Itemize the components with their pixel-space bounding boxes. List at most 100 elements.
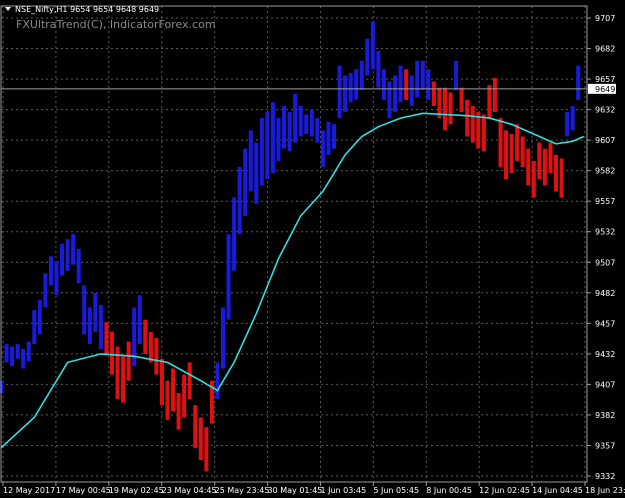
up-bar: [320, 130, 325, 168]
down-bar: [459, 87, 464, 113]
down-bar: [443, 87, 447, 131]
down-bar: [509, 134, 514, 174]
y-tick-label: 9332: [595, 472, 615, 481]
down-bar: [554, 154, 558, 192]
chevron-down-icon[interactable]: [5, 7, 11, 11]
down-bar: [176, 392, 181, 430]
y-tick-label: 9607: [595, 136, 615, 145]
down-bar: [121, 356, 126, 403]
up-bar: [232, 197, 237, 271]
up-bar: [254, 142, 259, 204]
x-tick-label: 30 May 01:45: [268, 486, 323, 495]
y-tick-label: 9507: [595, 258, 615, 267]
up-bar: [565, 112, 570, 137]
x-tick-label: 12 Jun 02:45: [479, 486, 530, 495]
down-bar: [159, 358, 164, 406]
up-bar: [43, 273, 48, 308]
down-bar: [498, 118, 503, 168]
down-bar: [470, 105, 475, 143]
trend-line: [0, 112, 585, 449]
x-tick-label: 5 Jun 05:45: [373, 486, 419, 495]
up-bar: [326, 121, 331, 155]
grid-lines: [1, 6, 587, 482]
y-tick-label: 9532: [595, 228, 615, 237]
up-bar: [137, 295, 142, 345]
price-tag-label: 9649: [595, 85, 615, 94]
up-bar: [370, 21, 375, 70]
price-chart: 9707 9682 9657 9632 9607 9582 9557 9532 9507 9482…: [0, 5, 625, 495]
y-tick-label: 9682: [595, 45, 615, 54]
down-bar: [431, 81, 436, 106]
down-bar: [559, 158, 564, 198]
up-bar: [276, 118, 281, 161]
y-tick-label: 9707: [595, 14, 615, 23]
up-bar: [32, 309, 37, 345]
down-bar: [504, 130, 509, 180]
up-bar: [226, 234, 231, 320]
down-bar: [165, 380, 170, 420]
up-bar: [26, 341, 31, 362]
down-bar: [481, 114, 486, 152]
up-bar: [10, 346, 15, 367]
up-bar: [215, 362, 220, 400]
up-bar: [393, 75, 398, 113]
down-bar: [154, 337, 159, 375]
up-bar: [243, 148, 248, 216]
y-tick-label: 9357: [595, 441, 615, 450]
up-bar: [265, 112, 270, 180]
up-bar: [15, 344, 20, 359]
up-bar: [48, 256, 53, 286]
down-bar: [526, 148, 531, 186]
up-bar: [570, 105, 575, 131]
up-bar: [60, 243, 65, 276]
up-bar: [387, 81, 392, 119]
x-tick-label: 17 May 00:45: [56, 486, 111, 495]
down-bar: [465, 99, 470, 137]
up-bar: [237, 167, 242, 235]
up-bar: [21, 348, 26, 369]
up-bar: [337, 65, 342, 119]
up-bar: [87, 307, 92, 345]
up-bar: [65, 239, 70, 271]
chart-header: NSE_Nifty,H1 9654 9654 9648 9649 FXUltra…: [5, 5, 216, 31]
up-bar: [415, 60, 420, 98]
y-tick-label: 9632: [595, 106, 615, 115]
down-bar: [548, 142, 553, 174]
watermark-text: FXUltraTrend(C), IndicatorForex.com: [16, 18, 216, 31]
up-bar: [304, 114, 309, 135]
y-tick-label: 9657: [595, 75, 615, 84]
x-tick-label: 18 Jun 23:45: [585, 486, 625, 495]
down-bar: [520, 136, 525, 168]
up-bar: [359, 60, 364, 91]
up-bar: [293, 93, 298, 143]
down-bar: [110, 331, 114, 375]
up-bar: [398, 65, 403, 103]
up-bar: [82, 285, 87, 335]
down-bar: [531, 160, 536, 198]
up-bar: [221, 307, 225, 369]
y-tick-label: 9432: [595, 350, 615, 359]
up-bar: [381, 69, 386, 100]
down-bar: [198, 417, 203, 461]
down-bar: [492, 77, 497, 113]
chart-frame: [0, 5, 588, 483]
down-bar: [448, 92, 453, 125]
down-bar: [515, 124, 520, 161]
up-bar: [343, 75, 348, 113]
up-bar: [287, 112, 292, 152]
up-bar: [315, 118, 320, 143]
x-tick-label: 25 May 23:45: [215, 486, 270, 495]
up-bar: [420, 60, 425, 91]
down-bar: [193, 405, 198, 448]
x-tick-label: 19 May 02:45: [109, 486, 164, 495]
up-bar: [71, 234, 76, 265]
up-bar: [332, 124, 336, 149]
up-bar: [454, 60, 459, 91]
down-bar: [143, 319, 148, 354]
down-bar: [171, 368, 176, 412]
up-bar: [259, 118, 264, 186]
up-bar: [376, 50, 381, 88]
up-bar: [98, 305, 103, 349]
x-axis-ticks: 12 May 2017 17 May 00:4519 May 02:4523 Ma…: [2, 482, 625, 495]
y-tick-label: 9407: [595, 380, 615, 389]
